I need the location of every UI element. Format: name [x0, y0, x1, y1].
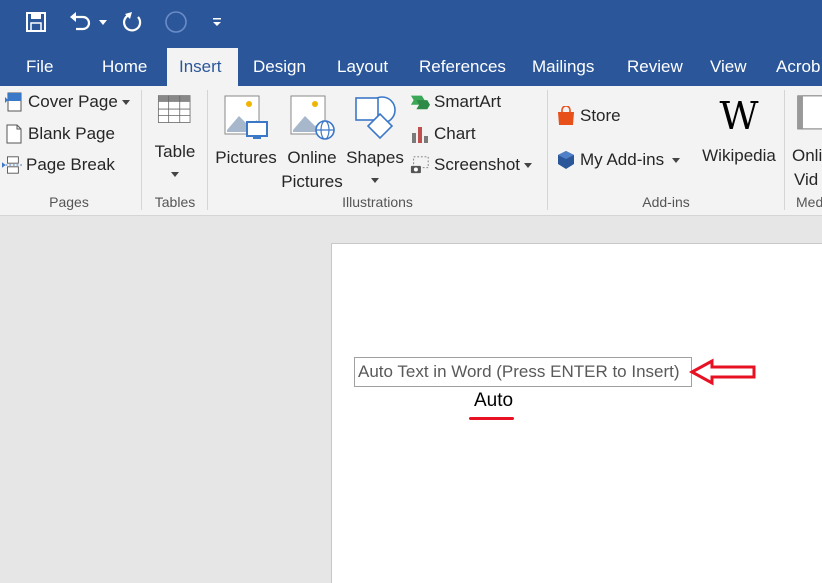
screenshot-button[interactable]: Screenshot: [410, 155, 532, 175]
chevron-down-icon: [672, 157, 681, 163]
tab-file[interactable]: File: [14, 48, 65, 86]
cover-page-button[interactable]: Cover Page: [4, 92, 130, 112]
pictures-icon: [224, 95, 268, 139]
annotation-arrow-icon: [688, 358, 756, 386]
chevron-down-icon: [524, 162, 532, 168]
tab-references[interactable]: References: [407, 48, 518, 86]
ribbon-insert: Cover Page Blank Page Page Break Pages T…: [0, 86, 822, 216]
store-label: Store: [580, 106, 621, 125]
online-pictures-label-1: Online: [287, 148, 337, 167]
undo-dropdown-icon[interactable]: [96, 8, 110, 36]
online-pictures-button[interactable]: Online Pictures: [281, 94, 343, 194]
tab-view[interactable]: View: [698, 48, 759, 86]
my-addins-button[interactable]: My Add-ins: [556, 150, 681, 170]
autotext-tooltip[interactable]: Auto Text in Word (Press ENTER to Insert…: [354, 357, 692, 387]
page-break-icon: [2, 156, 22, 174]
shapes-label: Shapes: [346, 148, 404, 167]
document-page[interactable]: Auto Text in Word (Press ENTER to Insert…: [331, 243, 822, 583]
smartart-button[interactable]: SmartArt: [410, 92, 501, 112]
tab-acrobat[interactable]: Acrob: [764, 48, 822, 86]
smartart-label: SmartArt: [434, 92, 502, 111]
blank-page-icon: [6, 124, 22, 144]
page-break-label: Page Break: [26, 155, 115, 174]
tab-mailings[interactable]: Mailings: [520, 48, 606, 86]
group-divider: [547, 90, 548, 210]
group-label-illustrations: Illustrations: [342, 194, 413, 210]
customize-qat-icon[interactable]: [208, 8, 226, 36]
blank-page-label: Blank Page: [28, 124, 115, 143]
table-icon: [157, 95, 191, 123]
chevron-down-icon: [121, 99, 130, 105]
pictures-button[interactable]: Pictures: [214, 94, 278, 170]
tab-design[interactable]: Design: [241, 48, 318, 86]
store-button[interactable]: Store: [556, 106, 621, 126]
wikipedia-icon: W: [719, 94, 759, 138]
document-area: Auto Text in Word (Press ENTER to Insert…: [0, 217, 822, 583]
group-divider: [784, 90, 785, 210]
online-video-icon: [797, 95, 822, 130]
group-divider: [207, 90, 208, 210]
online-pictures-label-2: Pictures: [281, 172, 343, 191]
spellcheck-underline: [469, 417, 514, 420]
table-label: Table: [154, 142, 196, 161]
group-label-pages: Pages: [49, 194, 89, 210]
online-video-label-1: Onli: [792, 146, 822, 165]
table-button[interactable]: Table: [150, 94, 200, 177]
shapes-button[interactable]: Shapes: [346, 94, 404, 183]
chart-button[interactable]: Chart: [410, 124, 476, 144]
group-label-addins: Add-ins: [642, 194, 690, 210]
online-video-button[interactable]: Onli Vid: [788, 94, 822, 192]
wikipedia-label: Wikipedia: [702, 146, 776, 165]
chevron-down-icon: [371, 178, 379, 183]
typed-text: Auto: [474, 390, 514, 411]
chart-label: Chart: [434, 124, 476, 143]
tab-home[interactable]: Home: [90, 48, 159, 86]
title-bar: [0, 0, 822, 46]
tab-review[interactable]: Review: [615, 48, 695, 86]
cover-page-icon: [5, 92, 22, 112]
shapes-icon: [355, 96, 396, 140]
screenshot-icon: [410, 156, 429, 174]
save-icon[interactable]: [22, 8, 50, 36]
cover-page-label: Cover Page: [28, 92, 118, 111]
my-addins-icon: [558, 151, 574, 169]
group-label-media: Med: [796, 194, 822, 210]
online-pictures-icon: [290, 95, 335, 140]
undo-icon[interactable]: [66, 8, 94, 36]
group-divider: [141, 90, 142, 210]
tab-insert[interactable]: Insert: [167, 48, 238, 86]
my-addins-label: My Add-ins: [580, 150, 665, 169]
smartart-icon: [410, 95, 430, 110]
page-break-button[interactable]: Page Break: [2, 155, 115, 175]
store-icon: [558, 106, 574, 125]
touch-mode-icon[interactable]: [162, 8, 190, 36]
tab-layout[interactable]: Layout: [325, 48, 400, 86]
chart-icon: [412, 127, 428, 143]
redo-icon[interactable]: [118, 8, 146, 36]
online-video-label-2: Vid: [794, 170, 819, 189]
pictures-label: Pictures: [215, 148, 277, 167]
screenshot-label: Screenshot: [434, 155, 520, 174]
group-label-tables: Tables: [154, 194, 196, 210]
wikipedia-button[interactable]: W Wikipedia: [697, 96, 781, 168]
chevron-down-icon: [171, 172, 179, 177]
ribbon-tabs: File Home Insert Design Layout Reference…: [0, 46, 822, 86]
blank-page-button[interactable]: Blank Page: [4, 124, 115, 144]
